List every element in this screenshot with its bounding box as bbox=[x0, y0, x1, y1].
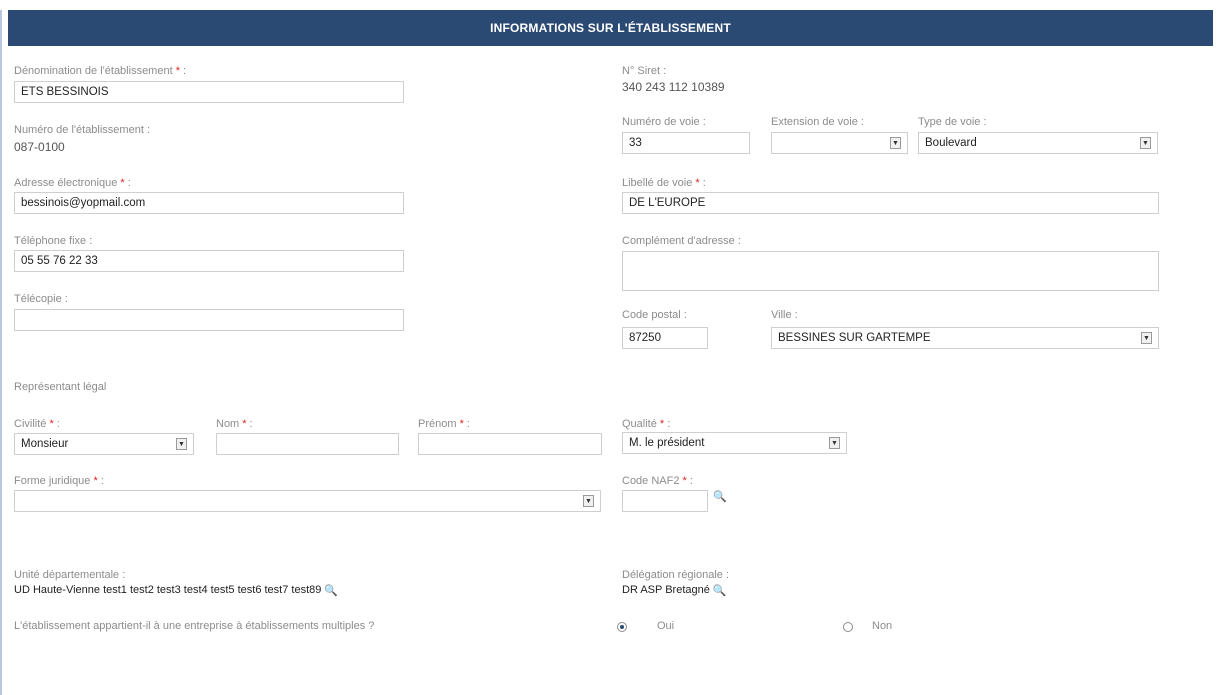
code-postal-label: Code postal : bbox=[622, 309, 687, 321]
numero-etablissement-label: Numéro de l'établissement : bbox=[14, 124, 150, 136]
chevron-down-icon: ▼ bbox=[1141, 332, 1152, 344]
denomination-input[interactable]: ETS BESSINOIS bbox=[14, 81, 404, 103]
telecopie-label: Télécopie : bbox=[14, 293, 68, 305]
search-icon[interactable]: 🔍 bbox=[324, 584, 338, 597]
telephone-input[interactable]: 05 55 76 22 33 bbox=[14, 250, 404, 272]
libelle-voie-label: Libellé de voie * : bbox=[622, 177, 706, 189]
prenom-label: Prénom * : bbox=[418, 418, 470, 430]
numero-voie-label: Numéro de voie : bbox=[622, 116, 706, 128]
chevron-down-icon: ▼ bbox=[1140, 137, 1151, 149]
email-input[interactable]: bessinois@yopmail.com bbox=[14, 192, 404, 214]
email-label: Adresse électronique * : bbox=[14, 177, 131, 189]
search-icon[interactable]: 🔍 bbox=[713, 490, 727, 503]
representant-legal-heading: Représentant légal bbox=[14, 381, 107, 393]
code-naf-input[interactable] bbox=[622, 490, 708, 512]
complement-adresse-textarea[interactable] bbox=[622, 251, 1159, 291]
denomination-label: Dénomination de l'établissement * : bbox=[14, 65, 187, 77]
type-voie-value: Boulevard bbox=[925, 137, 977, 149]
multi-etablissement-question: L'établissement appartient-il à une entr… bbox=[14, 620, 375, 632]
qualite-label: Qualité * : bbox=[622, 418, 671, 430]
delegation-regionale-value: DR ASP Bretagné 🔍 bbox=[622, 584, 727, 597]
ville-label: Ville : bbox=[771, 309, 798, 321]
ville-select[interactable]: BESSINES SUR GARTEMPE ▼ bbox=[771, 327, 1159, 349]
numero-voie-input[interactable]: 33 bbox=[622, 132, 750, 154]
prenom-input[interactable] bbox=[418, 433, 602, 455]
nom-label: Nom * : bbox=[216, 418, 253, 430]
telephone-label: Téléphone fixe : bbox=[14, 235, 93, 247]
forme-juridique-select[interactable]: ▼ bbox=[14, 490, 601, 512]
non-label: Non bbox=[872, 620, 893, 632]
forme-juridique-label: Forme juridique * : bbox=[14, 475, 104, 487]
non-radio[interactable] bbox=[843, 622, 853, 632]
libelle-voie-input[interactable]: DE L'EUROPE bbox=[622, 192, 1159, 214]
section-header: INFORMATIONS SUR L'ÉTABLISSEMENT bbox=[8, 10, 1213, 46]
qualite-value: M. le président bbox=[629, 437, 705, 449]
type-voie-label: Type de voie : bbox=[918, 116, 987, 128]
code-naf-label: Code NAF2 * : bbox=[622, 475, 693, 487]
left-border bbox=[0, 10, 2, 695]
complement-adresse-label: Complément d'adresse : bbox=[622, 235, 741, 247]
ville-value: BESSINES SUR GARTEMPE bbox=[778, 332, 931, 344]
chevron-down-icon: ▼ bbox=[890, 137, 901, 149]
telecopie-input[interactable] bbox=[14, 309, 404, 331]
oui-radio[interactable] bbox=[617, 622, 627, 632]
siret-value: 340 243 112 10389 bbox=[622, 80, 725, 94]
chevron-down-icon: ▼ bbox=[829, 437, 840, 449]
unite-departementale-label: Unité départementale : bbox=[14, 569, 126, 581]
civilite-label: Civilité * : bbox=[14, 418, 60, 430]
search-icon[interactable]: 🔍 bbox=[713, 584, 727, 597]
chevron-down-icon: ▼ bbox=[583, 495, 594, 507]
establishment-form: INFORMATIONS SUR L'ÉTABLISSEMENT Dénomin… bbox=[0, 0, 1221, 695]
type-voie-select[interactable]: Boulevard ▼ bbox=[918, 132, 1158, 154]
numero-etablissement-value: 087-0100 bbox=[14, 140, 65, 154]
qualite-select[interactable]: M. le président ▼ bbox=[622, 432, 847, 454]
chevron-down-icon: ▼ bbox=[176, 438, 187, 450]
delegation-regionale-label: Délégation régionale : bbox=[622, 569, 730, 581]
unite-departementale-value: UD Haute-Vienne test1 test2 test3 test4 … bbox=[14, 584, 339, 597]
siret-label: N° Siret : bbox=[622, 65, 667, 77]
section-title: INFORMATIONS SUR L'ÉTABLISSEMENT bbox=[490, 21, 731, 35]
civilite-select[interactable]: Monsieur ▼ bbox=[14, 433, 194, 455]
extension-voie-label: Extension de voie : bbox=[771, 116, 864, 128]
nom-input[interactable] bbox=[216, 433, 399, 455]
civilite-value: Monsieur bbox=[21, 438, 69, 450]
extension-voie-select[interactable]: ▼ bbox=[771, 132, 908, 154]
code-postal-input[interactable]: 87250 bbox=[622, 327, 708, 349]
oui-label: Oui bbox=[657, 620, 675, 632]
